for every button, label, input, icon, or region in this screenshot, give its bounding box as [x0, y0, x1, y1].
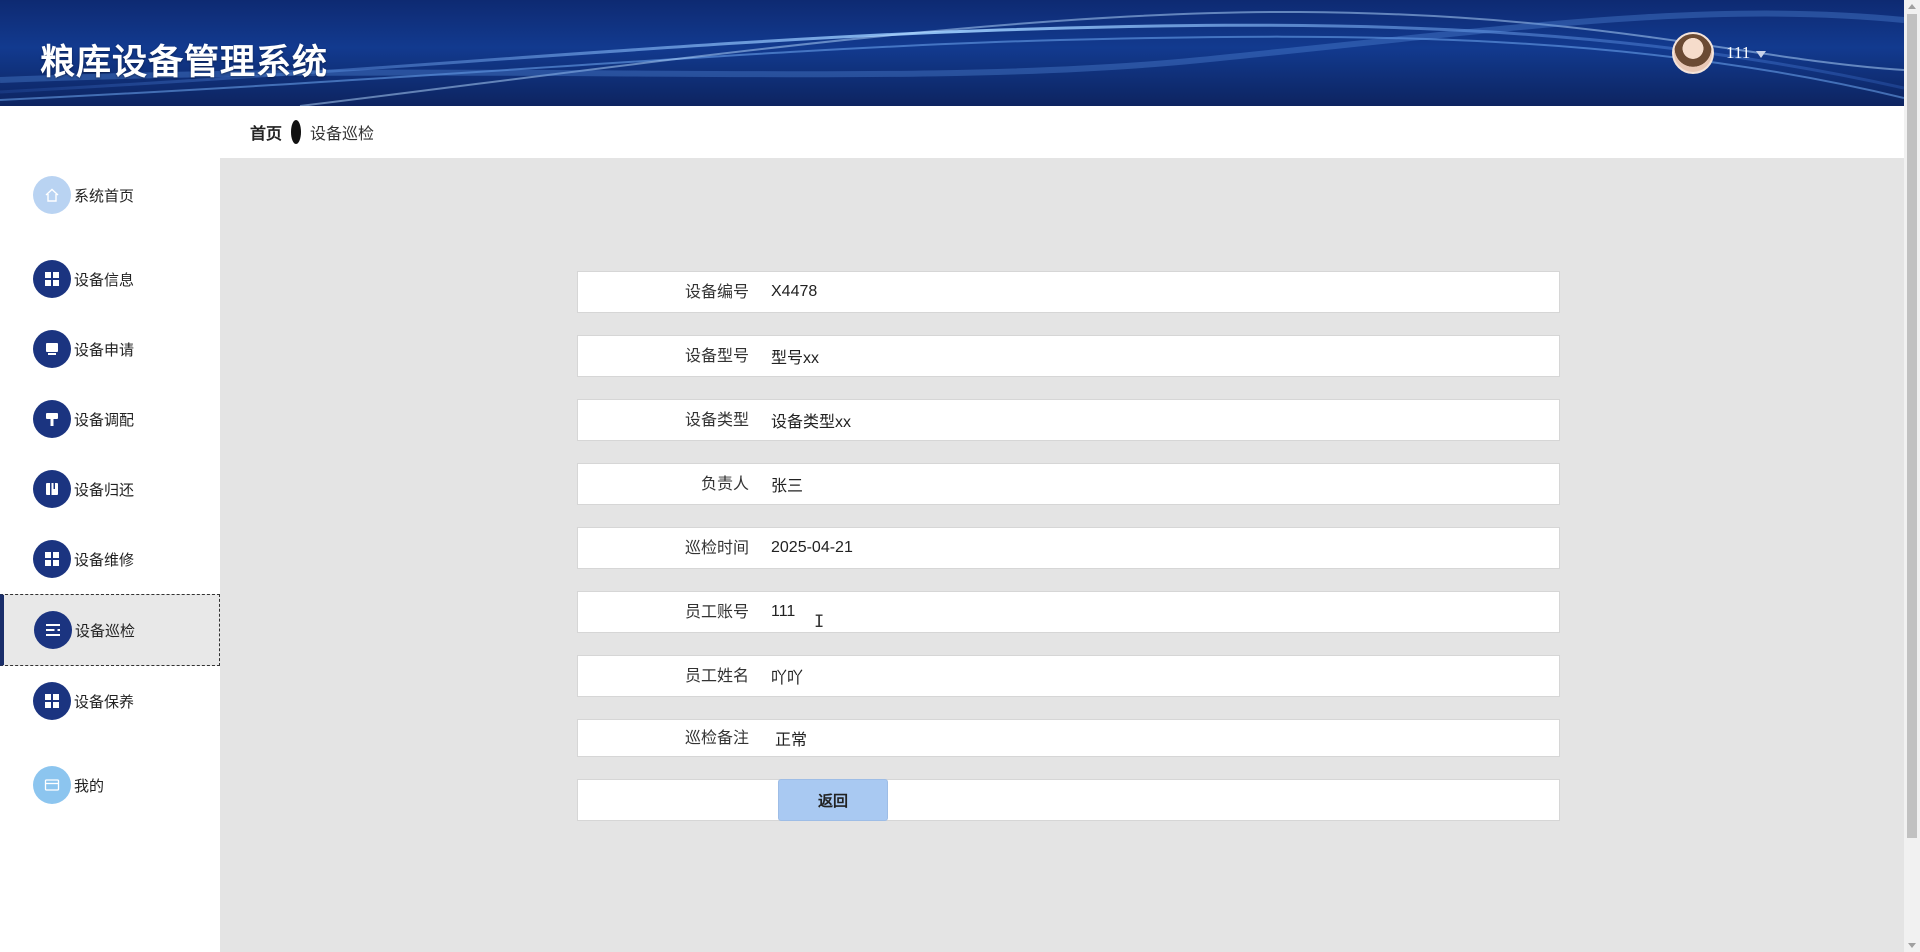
field-label: 员工姓名 [684, 668, 749, 685]
text-cursor-icon: I [814, 612, 825, 632]
sidebar-item-label: 系统首页 [74, 187, 135, 205]
field-label: 设备型号 [684, 348, 749, 365]
device-type-value: 设备类型xx [771, 414, 852, 431]
sidebar-item-device-info[interactable]: 设备信息 [0, 246, 220, 312]
back-button[interactable]: 返回 [778, 779, 888, 821]
card-icon [33, 766, 71, 804]
form-row-device-number: 设备编号 X4478 [577, 271, 1560, 313]
field-label: 巡检时间 [684, 540, 749, 557]
field-label: 设备编号 [684, 284, 749, 301]
monitor-icon [33, 330, 71, 368]
device-model-value: 型号xx [771, 350, 820, 367]
chevron-down-icon[interactable] [1756, 50, 1767, 58]
form-row-inspection-remark: 巡检备注 正常 [577, 719, 1560, 757]
sidebar-item-label: 我的 [74, 777, 105, 795]
sidebar: 系统首页 设备信息 设备申请 设备调配 设备归还 设备维修 设备巡检 设备保养 … [0, 106, 220, 952]
sidebar-item-device-apply[interactable]: 设备申请 [0, 316, 220, 382]
sidebar-item-label: 设备保养 [74, 693, 135, 711]
device-number-value: X4478 [771, 283, 818, 300]
form-row-device-model: 设备型号 型号xx [577, 335, 1560, 377]
owner-value: 张三 [771, 478, 804, 495]
inspection-time-value: 2025-04-21 [771, 539, 853, 556]
sidebar-item-device-allocate[interactable]: 设备调配 [0, 386, 220, 452]
hammer-icon [33, 400, 71, 438]
sidebar-item-label: 设备归还 [74, 481, 135, 499]
home-icon [33, 176, 71, 214]
sidebar-item-device-maintenance[interactable]: 设备保养 [0, 668, 220, 734]
field-label: 员工账号 [684, 604, 749, 621]
sidebar-item-label: 设备调配 [74, 411, 135, 429]
employee-name-value: 吖吖 [771, 670, 804, 687]
username[interactable]: 111 [1726, 43, 1750, 63]
grid-icon [33, 682, 71, 720]
book-icon [33, 470, 71, 508]
app-header: 粮库设备管理系统 111 [0, 0, 1904, 106]
breadcrumb: 首页 设备巡检 [220, 106, 1904, 158]
sidebar-item-label: 设备巡检 [75, 622, 136, 640]
field-label: 巡检备注 [684, 730, 749, 747]
sidebar-item-home[interactable]: 系统首页 [0, 162, 220, 228]
scroll-down-icon[interactable] [1908, 943, 1916, 948]
sidebar-item-device-inspection[interactable]: 设备巡检 [0, 594, 220, 666]
sidebar-item-label: 设备维修 [74, 551, 135, 569]
grid-icon [33, 540, 71, 578]
employee-account-value: 111 [771, 603, 796, 620]
form-row-owner: 负责人 张三 [577, 463, 1560, 505]
sidebar-item-label: 设备申请 [74, 341, 135, 359]
sidebar-item-mine[interactable]: 我的 [0, 752, 220, 818]
list-icon [34, 611, 72, 649]
form-row-inspection-time: 巡检时间 2025-04-21 [577, 527, 1560, 569]
form-row-device-type: 设备类型 设备类型xx [577, 399, 1560, 441]
user-menu[interactable]: 111 [1672, 32, 1767, 74]
form-row-employee-name: 员工姓名 吖吖 [577, 655, 1560, 697]
sidebar-item-device-return[interactable]: 设备归还 [0, 456, 220, 522]
scroll-thumb[interactable] [1907, 14, 1917, 838]
breadcrumb-current: 设备巡检 [310, 126, 375, 143]
field-label: 设备类型 [684, 412, 749, 429]
grid-icon [33, 260, 71, 298]
breadcrumb-home[interactable]: 首页 [250, 120, 282, 144]
sidebar-item-label: 设备信息 [74, 271, 135, 289]
breadcrumb-separator-icon [291, 120, 302, 144]
form-row-employee-account: 员工账号 111 [577, 591, 1560, 633]
scroll-up-icon[interactable] [1908, 4, 1916, 9]
field-label: 负责人 [700, 476, 749, 493]
inspection-remark-value: 正常 [775, 732, 808, 749]
page-scrollbar[interactable] [1904, 0, 1920, 952]
app-title: 粮库设备管理系统 [40, 43, 329, 83]
form-row-actions: 返回 [577, 779, 1560, 821]
avatar[interactable] [1672, 32, 1714, 74]
sidebar-item-device-repair[interactable]: 设备维修 [0, 526, 220, 592]
